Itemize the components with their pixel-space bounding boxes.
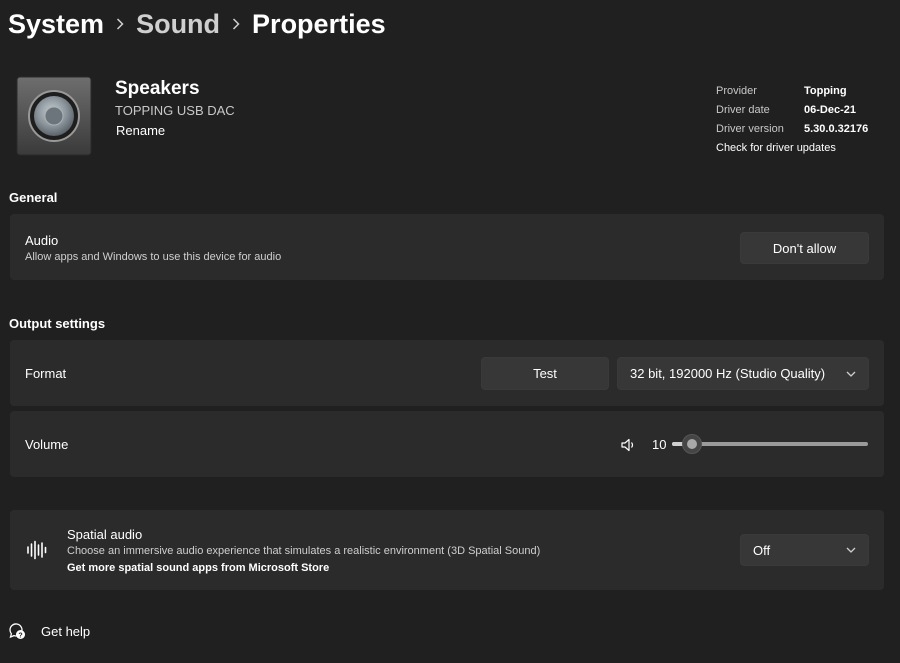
get-help-link[interactable]: ? Get help: [8, 622, 90, 640]
breadcrumb-properties: Properties: [252, 8, 386, 39]
rename-link[interactable]: Rename: [116, 123, 165, 138]
spatial-audio-card: Spatial audio Choose an immersive audio …: [10, 510, 884, 590]
speaker-volume-icon[interactable]: [620, 437, 636, 453]
driver-version-value: 5.30.0.32176: [804, 122, 869, 135]
test-button[interactable]: Test: [481, 357, 609, 390]
get-help-label: Get help: [41, 623, 91, 639]
svg-text:?: ?: [18, 632, 22, 639]
provider-value: Topping: [804, 84, 847, 97]
volume-slider-thumb[interactable]: [681, 434, 702, 454]
volume-label: Volume: [25, 437, 69, 452]
audio-title: Audio: [25, 233, 59, 248]
breadcrumb: System Sound Properties: [8, 4, 386, 44]
spatial-audio-description: Choose an immersive audio experience tha…: [67, 545, 541, 557]
format-dropdown-value: 32 bit, 192000 Hz (Studio Quality): [630, 366, 826, 381]
format-dropdown[interactable]: 32 bit, 192000 Hz (Studio Quality): [617, 357, 869, 390]
volume-card: Volume 10: [10, 411, 884, 477]
chevron-right-icon: [104, 8, 136, 40]
microsoft-store-link[interactable]: Get more spatial sound apps from Microso…: [67, 562, 329, 574]
sound-properties-page: System Sound Properties Speakers TOPPING…: [0, 0, 900, 663]
volume-value: 10: [652, 437, 667, 452]
driver-info: Provider Topping Driver date 06-Dec-21 D…: [716, 81, 868, 157]
format-label: Format: [25, 366, 67, 381]
audio-card: Audio Allow apps and Windows to use this…: [10, 214, 884, 280]
device-model: TOPPING USB DAC: [115, 103, 235, 118]
output-section-title: Output settings: [9, 316, 106, 331]
device-name: Speakers: [115, 78, 200, 99]
spatial-sound-icon: [26, 540, 48, 560]
general-section-title: General: [9, 190, 58, 205]
chevron-right-icon: [220, 8, 252, 40]
spatial-audio-title: Spatial audio: [67, 527, 143, 542]
breadcrumb-sound[interactable]: Sound: [136, 9, 220, 40]
driver-version-label: Driver version: [716, 122, 784, 135]
provider-label: Provider: [716, 84, 757, 97]
audio-description: Allow apps and Windows to use this devic…: [25, 251, 282, 263]
driver-date-value: 06-Dec-21: [804, 103, 856, 116]
format-card: Format Test 32 bit, 192000 Hz (Studio Qu…: [10, 340, 884, 406]
help-icon: ?: [8, 622, 26, 640]
speaker-icon: [16, 76, 92, 156]
spatial-audio-dropdown[interactable]: Off: [740, 534, 869, 566]
driver-date-label: Driver date: [716, 103, 770, 116]
check-driver-updates-link[interactable]: Check for driver updates: [716, 138, 868, 157]
dont-allow-button[interactable]: Don't allow: [740, 232, 869, 264]
chevron-down-icon: [846, 371, 856, 377]
breadcrumb-system[interactable]: System: [8, 9, 104, 40]
chevron-down-icon: [846, 547, 856, 553]
spatial-audio-dropdown-value: Off: [753, 542, 771, 558]
